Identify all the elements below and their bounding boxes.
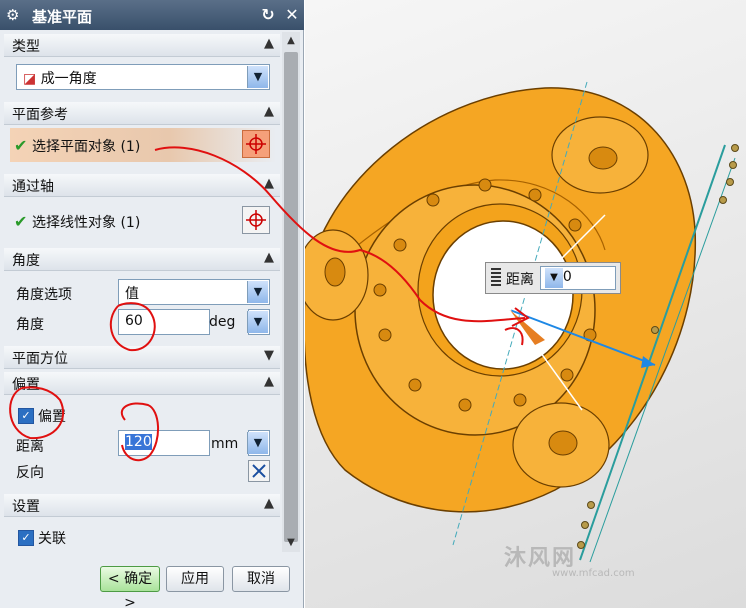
section-offset-header[interactable]: 偏置 ▲ (4, 372, 280, 395)
apply-button[interactable]: 应用 (166, 566, 224, 592)
crosshair-icon (246, 134, 266, 154)
section-settings-header[interactable]: 设置 ▲ (4, 494, 280, 517)
distance-label: 距离 (16, 439, 44, 455)
graphics-viewport[interactable]: 沐风网 www.mfcad.com (297, 0, 746, 608)
chevron-up-icon[interactable]: ▲ (264, 104, 274, 119)
chevron-up-icon[interactable]: ▲ (264, 250, 274, 265)
arrow-down-icon: ▼ (247, 432, 268, 454)
section-offset-title: 偏置 (12, 377, 40, 393)
close-icon[interactable]: ✕ (282, 4, 302, 26)
angle-option-label: 角度选项 (16, 287, 72, 303)
offset-checkbox-label: 偏置 (38, 409, 66, 425)
angle-input[interactable]: 60 (118, 309, 210, 335)
distance-popup-input[interactable]: 120 ▼ (540, 266, 616, 290)
ok-button[interactable]: < 确定 > (100, 566, 160, 611)
select-plane-button[interactable] (242, 130, 270, 158)
chevron-down-icon[interactable]: ▼ (247, 281, 268, 303)
arrow-down-icon: ▼ (247, 311, 268, 333)
offset-checkbox[interactable]: ✓ (18, 408, 34, 424)
reverse-direction-icon (252, 464, 266, 478)
select-plane-text: 选择平面对象 (1) (32, 139, 141, 155)
cancel-button[interactable]: 取消 (232, 566, 290, 592)
select-axis-row[interactable]: ✔ 选择线性对象 (1) (10, 204, 276, 238)
section-angle-title: 角度 (12, 253, 40, 269)
chevron-up-icon[interactable]: ▲ (264, 36, 274, 51)
chevron-up-icon[interactable]: ▲ (264, 374, 274, 389)
distance-handle-popup[interactable]: 距离 120 ▼ (485, 262, 621, 294)
angle-plane-icon: ◪ (23, 71, 37, 87)
type-dropdown-value: ◪ 成一角度 (23, 68, 97, 88)
chevron-down-icon[interactable]: ▼ (264, 348, 274, 363)
datum-plane-dialog: ⚙ 基准平面 ↻ ✕ 类型 ▲ ◪ 成一角度 ▼ 平面参考 ▲ ✔ 选择平面对象… (0, 0, 304, 611)
distance-unit: mm (211, 436, 239, 452)
section-plane-ref-header[interactable]: 平面参考 ▲ (4, 102, 280, 125)
section-through-axis-header[interactable]: 通过轴 ▲ (4, 174, 280, 197)
dialog-content: 类型 ▲ ◪ 成一角度 ▼ 平面参考 ▲ ✔ 选择平面对象 (1) 通过轴 ▲ (4, 32, 280, 596)
chevron-up-icon[interactable]: ▲ (264, 496, 274, 511)
type-dropdown[interactable]: ◪ 成一角度 ▼ (16, 64, 270, 90)
type-value-text: 成一角度 (40, 71, 97, 87)
gear-icon[interactable]: ⚙ (6, 6, 24, 24)
section-type-header[interactable]: 类型 ▲ (4, 34, 280, 57)
angle-option-value: 值 (125, 286, 139, 302)
section-angle-header[interactable]: 角度 ▲ (4, 248, 280, 271)
associative-checkbox[interactable]: ✓ (18, 530, 34, 546)
angle-unit-menu-button[interactable]: ▼ (247, 309, 270, 335)
associative-label: 关联 (38, 531, 66, 547)
chevron-down-icon[interactable]: ▼ (247, 66, 268, 88)
crosshair-icon (246, 210, 266, 230)
section-plane-ref-title: 平面参考 (12, 107, 68, 123)
chevron-up-icon[interactable]: ▲ (264, 176, 274, 191)
reverse-direction-button[interactable] (248, 460, 270, 482)
reverse-label: 反向 (16, 465, 44, 481)
angle-value: 60 (125, 313, 143, 329)
distance-popup-label: 距离 (506, 272, 534, 288)
drag-grip-icon[interactable] (491, 268, 501, 288)
scroll-thumb[interactable] (284, 52, 298, 542)
scroll-down-icon[interactable]: ▼ (284, 536, 298, 550)
angle-unit: deg (209, 314, 236, 330)
select-axis-button[interactable] (242, 206, 270, 234)
distance-input[interactable]: 120 (118, 430, 210, 456)
dialog-scrollbar[interactable]: ▲ ▼ (282, 32, 300, 552)
select-axis-text: 选择线性对象 (1) (32, 215, 141, 231)
arrow-down-icon[interactable]: ▼ (545, 268, 563, 288)
section-settings-title: 设置 (12, 499, 40, 515)
reset-icon[interactable]: ↻ (258, 4, 278, 26)
check-icon: ✔ (14, 136, 28, 155)
watermark-url: www.mfcad.com (552, 568, 635, 579)
dialog-title: 基准平面 (32, 8, 93, 26)
section-type-title: 类型 (12, 39, 40, 55)
part-model (297, 81, 739, 563)
angle-option-dropdown[interactable]: 值 ▼ (118, 279, 270, 305)
section-plane-orientation-header[interactable]: 平面方位 ▼ (4, 346, 280, 369)
distance-value: 120 (125, 434, 152, 450)
section-plane-orientation-title: 平面方位 (12, 351, 68, 367)
watermark: 沐风网 www.mfcad.com (504, 540, 635, 579)
check-icon: ✔ (14, 212, 28, 231)
dialog-title-bar: ⚙ 基准平面 ↻ ✕ (0, 0, 304, 30)
scroll-up-icon[interactable]: ▲ (284, 34, 298, 48)
angle-label: 角度 (16, 317, 44, 333)
section-through-axis-title: 通过轴 (12, 179, 54, 195)
select-plane-row[interactable]: ✔ 选择平面对象 (1) (10, 128, 276, 162)
distance-unit-menu-button[interactable]: ▼ (247, 430, 270, 456)
